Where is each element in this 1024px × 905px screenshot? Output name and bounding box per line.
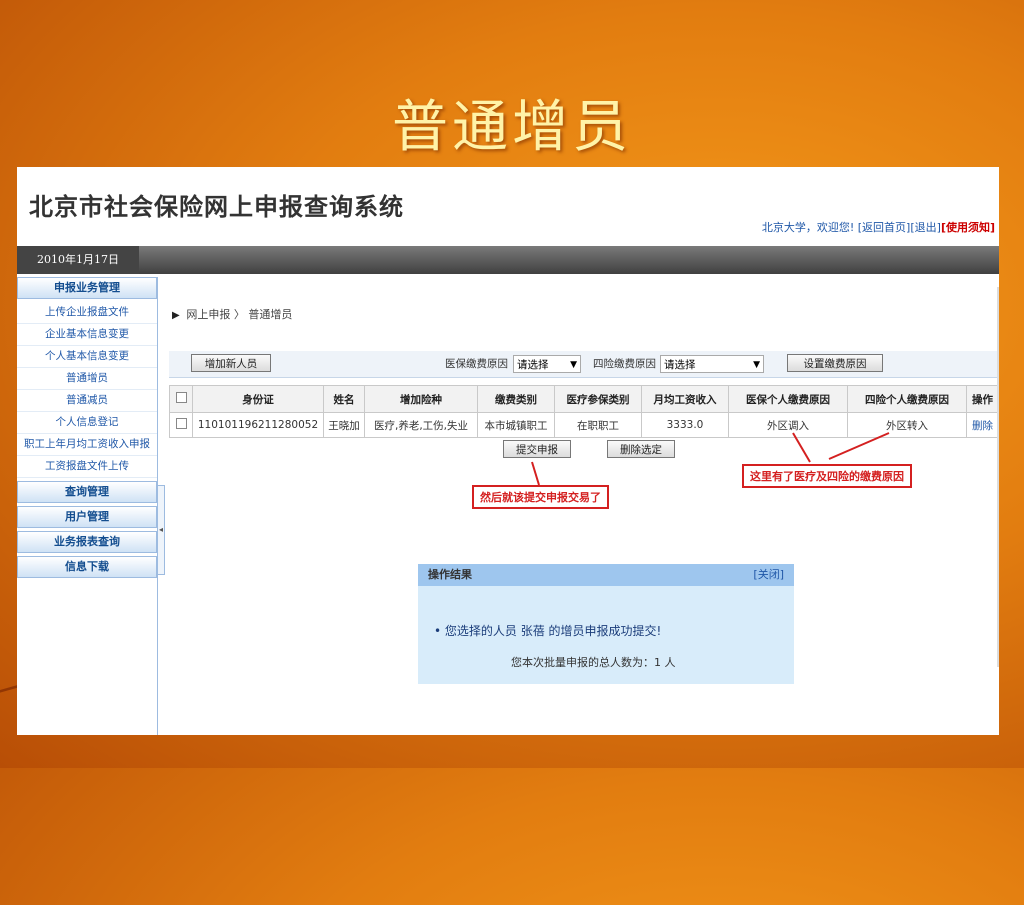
col-header: 医保个人缴费原因 — [728, 385, 848, 413]
sidebar-section-query[interactable]: 查询管理 — [17, 481, 157, 503]
toolbar: 增加新人员 医保缴费原因 请选择 ▼ 四险缴费原因 请选择 ▼ 设置缴费原因 — [169, 351, 999, 378]
cell-med-reason: 外区调入 — [728, 412, 848, 438]
result-message-text: 您选择的人员 张蓓 的增员申报成功提交! — [444, 624, 662, 638]
app-title: 北京市社会保险网上申报查询系统 — [29, 193, 404, 221]
result-dialog-title: 操作结果 — [428, 568, 472, 581]
result-dialog-header: 操作结果 [关闭] — [418, 564, 794, 586]
sidebar-item-upload-company-file[interactable]: 上传企业报盘文件 — [17, 302, 157, 324]
current-date: 2010年1月17日 — [17, 246, 139, 274]
select-all-cell — [169, 385, 193, 413]
sidebar-section-users[interactable]: 用户管理 — [17, 506, 157, 528]
cell-medical-type: 在职职工 — [554, 412, 642, 438]
sidebar-section-download[interactable]: 信息下载 — [17, 556, 157, 578]
dropdown-caret-icon: ▼ — [570, 360, 577, 370]
welcome-text: 北京大学，欢迎您! — [761, 221, 855, 234]
logout-link[interactable]: [退出] — [910, 221, 941, 234]
submit-annotation-line — [531, 461, 540, 486]
top-links: 北京大学，欢迎您! [返回首页][退出][使用须知] — [762, 219, 995, 235]
four-reason-select[interactable]: 请选择 ▼ — [660, 355, 764, 373]
select-all-checkbox[interactable] — [175, 392, 187, 403]
breadcrumb: ▶ 网上申报 〉 普通增员 — [172, 306, 292, 322]
result-dialog: 操作结果 [关闭] • 您选择的人员 张蓓 的增员申报成功提交! 您本次批量申报… — [418, 564, 794, 684]
delete-row-link[interactable]: 删除 — [972, 420, 993, 432]
row-checkbox[interactable] — [175, 418, 187, 429]
result-count: 您本次批量申报的总人数为：1 人 — [511, 656, 676, 669]
cell-salary: 3333.0 — [641, 412, 729, 438]
sidebar-item-company-info-change[interactable]: 企业基本信息变更 — [17, 324, 157, 346]
cell-insurance: 医疗,养老,工伤,失业 — [364, 412, 478, 438]
sidebar-item-salary-declare[interactable]: 职工上年月均工资收入申报 — [17, 434, 157, 456]
cell-pay-type: 本市城镇职工 — [477, 412, 555, 438]
breadcrumb-current: 普通增员 — [248, 308, 293, 321]
sidebar-section-declare[interactable]: 申报业务管理 — [17, 277, 157, 299]
breadcrumb-parent[interactable]: 网上申报 — [186, 308, 230, 321]
slide-title: 普通增员 — [392, 95, 632, 160]
col-header: 操作 — [966, 385, 999, 413]
col-header: 增加险种 — [364, 385, 478, 413]
reason-annotation: 这里有了医疗及四险的缴费原因 — [742, 464, 912, 488]
set-reason-button[interactable]: 设置缴费原因 — [787, 354, 883, 372]
col-header: 缴费类别 — [477, 385, 555, 413]
breadcrumb-separator: 〉 — [233, 308, 245, 321]
sidebar-item-reduce-staff[interactable]: 普通减员 — [17, 390, 157, 412]
sidebar: 申报业务管理 上传企业报盘文件 企业基本信息变更 个人基本信息变更 普通增员 普… — [17, 277, 157, 581]
submit-annotation: 然后就该提交申报交易了 — [472, 485, 609, 509]
delete-selected-button[interactable]: 删除选定 — [607, 440, 675, 458]
table-row: 110101196211280052 王晓加 医疗,养老,工伤,失业 本市城镇职… — [169, 412, 999, 438]
breadcrumb-arrow-icon: ▶ — [172, 310, 183, 321]
cell-action: 删除 — [966, 412, 999, 438]
submit-button[interactable]: 提交申报 — [503, 440, 571, 458]
medical-reason-select[interactable]: 请选择 ▼ — [513, 355, 581, 373]
row-checkbox-cell — [169, 412, 193, 438]
medical-reason-value: 请选择 — [517, 359, 549, 371]
dropdown-caret-icon: ▼ — [753, 360, 760, 370]
sidebar-item-person-register[interactable]: 个人信息登记 — [17, 412, 157, 434]
col-header: 四险个人缴费原因 — [847, 385, 967, 413]
sidebar-collapse-handle[interactable]: ◂ — [157, 485, 165, 575]
home-link[interactable]: [返回首页] — [858, 221, 911, 234]
four-reason-value: 请选择 — [664, 359, 696, 371]
bullet-icon: • — [434, 624, 445, 638]
result-message: • 您选择的人员 张蓓 的增员申报成功提交! — [434, 622, 661, 639]
staff-table: 身份证 姓名 增加险种 缴费类别 医疗参保类别 月均工资收入 医保个人缴费原因 … — [169, 385, 999, 438]
nav-bar — [17, 246, 999, 274]
result-close-link[interactable]: [关闭] — [753, 564, 784, 586]
help-link[interactable]: [使用须知] — [941, 221, 995, 234]
sidebar-item-person-info-change[interactable]: 个人基本信息变更 — [17, 346, 157, 368]
medical-reason-label: 医保缴费原因 — [445, 358, 508, 370]
cell-id: 110101196211280052 — [192, 412, 324, 438]
sidebar-item-add-staff[interactable]: 普通增员 — [17, 368, 157, 390]
add-staff-button[interactable]: 增加新人员 — [191, 354, 271, 372]
col-header: 医疗参保类别 — [554, 385, 642, 413]
app-screenshot: 北京市社会保险网上申报查询系统 北京大学，欢迎您! [返回首页][退出][使用须… — [17, 167, 999, 735]
window-edge — [997, 287, 999, 667]
col-header: 姓名 — [323, 385, 365, 413]
sidebar-section-reports[interactable]: 业务报表查询 — [17, 531, 157, 553]
four-reason-label: 四险缴费原因 — [593, 358, 656, 370]
table-header-row: 身份证 姓名 增加险种 缴费类别 医疗参保类别 月均工资收入 医保个人缴费原因 … — [169, 385, 999, 413]
cell-name: 王晓加 — [323, 412, 365, 438]
col-header: 月均工资收入 — [641, 385, 729, 413]
sidebar-item-salary-upload[interactable]: 工资报盘文件上传 — [17, 456, 157, 478]
col-header: 身份证 — [192, 385, 324, 413]
cell-four-reason: 外区转入 — [847, 412, 967, 438]
